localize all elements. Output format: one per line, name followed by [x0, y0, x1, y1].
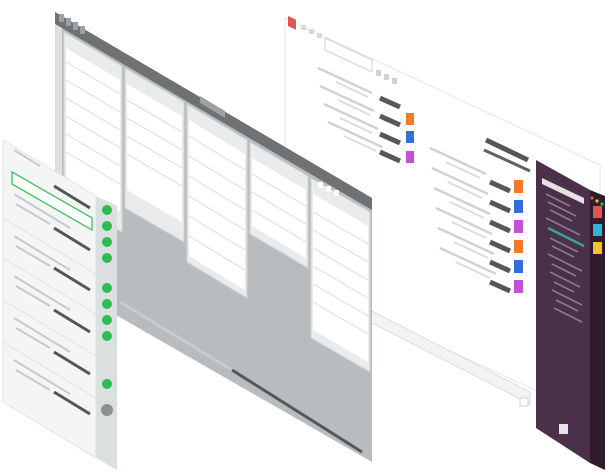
- tag-orange: [514, 180, 523, 193]
- status-dot: [102, 205, 112, 215]
- status-dot: [102, 379, 112, 389]
- status-dot: [102, 299, 112, 309]
- tag-orange: [514, 240, 523, 253]
- tag-blue: [406, 131, 414, 143]
- status-dot-inactive: [101, 404, 113, 416]
- status-dot: [102, 237, 112, 247]
- status-dot: [102, 221, 112, 231]
- swatch-yellow[interactable]: [593, 242, 602, 254]
- tag-purple: [514, 280, 523, 293]
- isometric-app-illustration: [2, 12, 605, 470]
- board-column: [310, 177, 371, 373]
- tag-purple: [514, 220, 523, 233]
- status-dot: [102, 315, 112, 325]
- status-dot: [102, 331, 112, 341]
- tag-purple: [406, 151, 414, 163]
- tag-orange: [406, 113, 414, 125]
- status-dot: [102, 253, 112, 263]
- chat-panel: [536, 160, 605, 470]
- chat-send-icon[interactable]: [559, 424, 568, 434]
- status-dot: [102, 283, 112, 293]
- swatch-red[interactable]: [593, 206, 602, 218]
- tag-blue: [514, 260, 523, 273]
- tag-blue: [514, 200, 523, 213]
- swatch-teal[interactable]: [593, 224, 602, 236]
